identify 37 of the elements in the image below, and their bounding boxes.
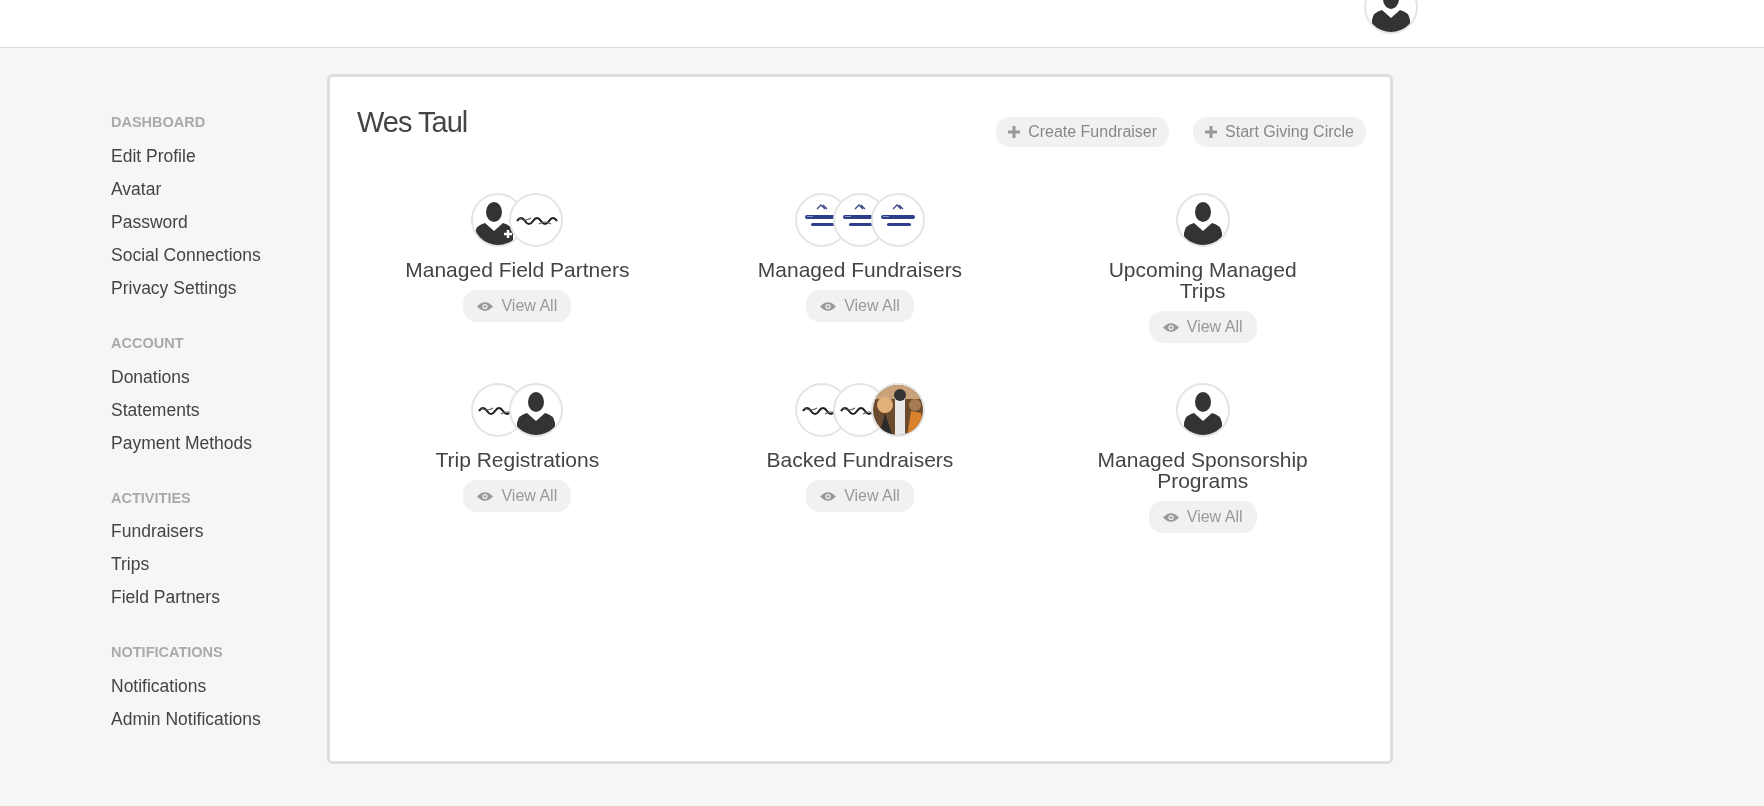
section-heading: ACTIVITIES (111, 488, 192, 508)
eye-icon (820, 300, 837, 312)
plus-icon (1008, 126, 1021, 138)
sidebar-link[interactable]: Statements (111, 393, 327, 427)
section-heading: ACCOUNT (111, 333, 185, 353)
sidebar-link[interactable]: Social Connections (111, 238, 327, 272)
tile-title: Managed Field Partners (405, 259, 630, 280)
tile-title: Upcoming Managed Trips (1107, 259, 1298, 301)
person-icon (509, 383, 564, 437)
tile-title: Trip Registrations (435, 449, 600, 470)
sidebar-link[interactable]: Donations (111, 360, 327, 394)
eye-icon (1162, 321, 1179, 333)
eye-icon (820, 490, 837, 502)
sidebar-link[interactable]: Edit Profile (111, 139, 327, 173)
sidebar-link[interactable]: Field Partners (111, 581, 327, 615)
logo-icon (509, 193, 564, 247)
plus-icon (1205, 126, 1218, 138)
sidebar-link[interactable]: Password (111, 205, 327, 239)
tile-title: Backed Fundraisers (766, 449, 954, 470)
sidebar-link[interactable]: Privacy Settings (111, 271, 327, 305)
sidebar-link[interactable]: Avatar (111, 172, 327, 206)
eye-icon (477, 300, 494, 312)
section-heading: NOTIFICATIONS (111, 643, 224, 663)
logo-icon (871, 193, 925, 247)
person-icon (1175, 193, 1230, 247)
sidebar-link[interactable]: Trips (111, 548, 327, 582)
section-heading: DASHBOARD (111, 113, 207, 132)
eye-icon (1162, 511, 1179, 523)
sidebar-link[interactable]: Fundraisers (111, 515, 327, 549)
sidebar-link[interactable]: Admin Notifications (111, 703, 327, 736)
tile-title: Managed Fundraisers (757, 259, 963, 280)
tile-title: Managed Sponsorship Programs (1096, 449, 1309, 491)
person-icon (1175, 383, 1230, 437)
profile-name: Wes Taul (357, 105, 468, 140)
sidebar-link[interactable]: Payment Methods (111, 426, 327, 460)
sidebar-link[interactable]: Notifications (111, 670, 327, 703)
eye-icon (477, 490, 494, 502)
